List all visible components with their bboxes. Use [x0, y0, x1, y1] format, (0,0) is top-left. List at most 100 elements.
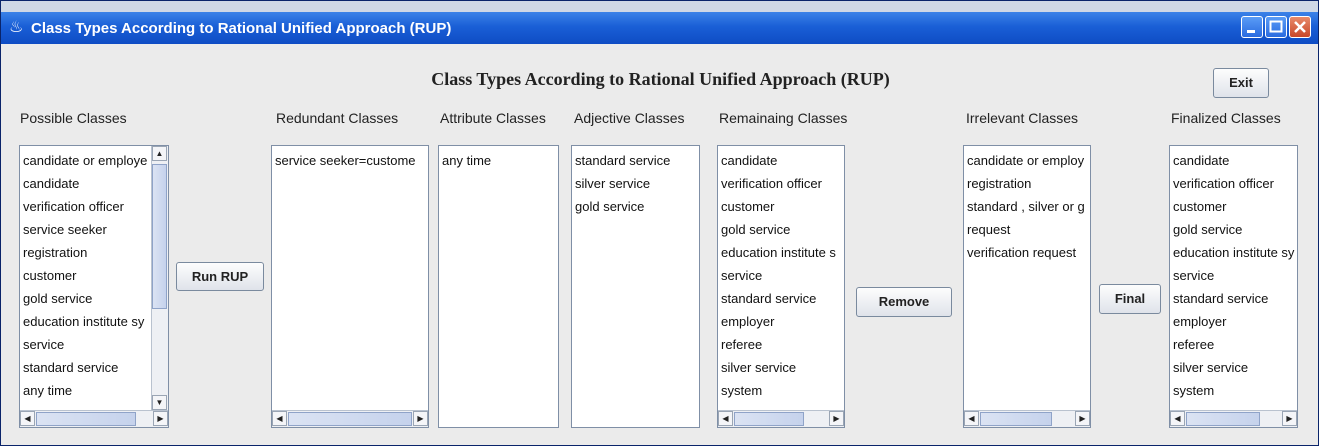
scroll-thumb[interactable] [152, 164, 167, 309]
horizontal-scrollbar[interactable]: ◀ ▶ [272, 410, 428, 427]
list-item[interactable]: candidate or employe [23, 149, 168, 172]
close-icon [1294, 21, 1306, 33]
finalized-classes-list[interactable]: candidate verification officer customer … [1169, 145, 1298, 428]
desktop-strip [1, 1, 1318, 12]
run-rup-button[interactable]: Run RUP [176, 262, 264, 291]
list-item[interactable]: customer [23, 264, 168, 287]
list-item[interactable]: silver service [1173, 356, 1297, 379]
list-item[interactable]: candidate [23, 172, 168, 195]
app-window: ♨ Class Types According to Rational Unif… [0, 0, 1319, 446]
list-item[interactable]: employer [721, 310, 844, 333]
list-item[interactable]: education institute sy [1173, 241, 1297, 264]
list-item[interactable]: verification request [967, 241, 1090, 264]
list-item[interactable]: system [1173, 379, 1297, 402]
window-title: Class Types According to Rational Unifie… [31, 20, 452, 37]
list-item[interactable]: referee [1173, 333, 1297, 356]
list-item[interactable]: system [721, 379, 844, 402]
list-item[interactable]: silver service [721, 356, 844, 379]
list-item[interactable]: silver service [575, 172, 699, 195]
scroll-left-icon[interactable]: ◀ [718, 411, 733, 426]
redundant-classes-label: Redundant Classes [276, 110, 399, 126]
adjective-classes-list[interactable]: standard service silver service gold ser… [571, 145, 700, 428]
list-item[interactable]: standard service [721, 287, 844, 310]
scroll-right-icon[interactable]: ▶ [413, 411, 428, 426]
list-item[interactable]: service [23, 333, 168, 356]
remaining-classes-list[interactable]: candidate verification officer customer … [717, 145, 845, 428]
list-item[interactable]: any time [23, 379, 168, 402]
list-item[interactable]: gold service [575, 195, 699, 218]
possible-classes-label: Possible Classes [20, 110, 127, 126]
list-item[interactable]: registration [23, 241, 168, 264]
scroll-thumb[interactable] [734, 412, 804, 426]
vertical-scrollbar[interactable]: ▲ ▼ [151, 146, 168, 410]
list-item[interactable]: gold service [23, 287, 168, 310]
redundant-items: service seeker=custome [272, 146, 428, 172]
irrelevant-classes-label: Irrelevant Classes [966, 110, 1079, 126]
list-item[interactable]: verification officer [721, 172, 844, 195]
list-item[interactable]: customer [721, 195, 844, 218]
list-item[interactable]: education institute sy [23, 310, 168, 333]
list-item[interactable]: standard service [23, 356, 168, 379]
irrelevant-classes-list[interactable]: candidate or employ registration standar… [963, 145, 1091, 428]
scroll-up-icon[interactable]: ▲ [152, 146, 167, 161]
list-item[interactable]: verification officer [23, 195, 168, 218]
list-item[interactable]: standard service [1173, 287, 1297, 310]
list-item[interactable]: employer [1173, 310, 1297, 333]
final-button[interactable]: Final [1099, 284, 1161, 314]
list-item[interactable]: candidate [721, 149, 844, 172]
scroll-right-icon[interactable]: ▶ [153, 411, 168, 426]
list-item[interactable]: registration [967, 172, 1090, 195]
scroll-thumb[interactable] [1186, 412, 1260, 426]
remaining-classes-label: Remainaing Classes [719, 110, 848, 126]
list-item[interactable]: candidate or employ [967, 149, 1090, 172]
page-heading: Class Types According to Rational Unifie… [431, 69, 890, 89]
scroll-thumb[interactable] [980, 412, 1052, 426]
possible-items: candidate or employe candidate verificat… [20, 146, 168, 402]
list-item[interactable]: customer [1173, 195, 1297, 218]
finalized-items: candidate verification officer customer … [1170, 146, 1297, 402]
list-item[interactable]: gold service [721, 218, 844, 241]
maximize-button[interactable] [1265, 16, 1287, 38]
scroll-down-icon[interactable]: ▼ [152, 395, 167, 410]
list-item[interactable]: education institute s [721, 241, 844, 264]
scroll-right-icon[interactable]: ▶ [1075, 411, 1090, 426]
close-button[interactable] [1289, 16, 1311, 38]
remove-button[interactable]: Remove [856, 287, 952, 317]
list-item[interactable]: service [1173, 264, 1297, 287]
horizontal-scrollbar[interactable]: ◀ ▶ [964, 410, 1090, 427]
scroll-right-icon[interactable]: ▶ [829, 411, 844, 426]
list-item[interactable]: verification officer [1173, 172, 1297, 195]
minimize-icon [1247, 30, 1255, 33]
remaining-items: candidate verification officer customer … [718, 146, 844, 402]
list-item[interactable]: service seeker=custome [275, 149, 428, 172]
exit-button[interactable]: Exit [1213, 68, 1269, 98]
attribute-classes-list[interactable]: any time [438, 145, 559, 428]
horizontal-scrollbar[interactable]: ◀ ▶ [20, 410, 168, 427]
list-item[interactable]: standard service [575, 149, 699, 172]
maximize-icon [1269, 20, 1283, 33]
horizontal-scrollbar[interactable]: ◀ ▶ [1170, 410, 1297, 427]
scroll-left-icon[interactable]: ◀ [272, 411, 287, 426]
adjective-items: standard service silver service gold ser… [572, 146, 699, 218]
scroll-thumb[interactable] [288, 412, 412, 426]
list-item[interactable]: standard , silver or g [967, 195, 1090, 218]
attribute-items: any time [439, 146, 558, 172]
scroll-left-icon[interactable]: ◀ [20, 411, 35, 426]
list-item[interactable]: gold service [1173, 218, 1297, 241]
finalized-classes-label: Finalized Classes [1171, 110, 1281, 126]
scroll-thumb[interactable] [36, 412, 136, 426]
scroll-left-icon[interactable]: ◀ [964, 411, 979, 426]
scroll-right-icon[interactable]: ▶ [1282, 411, 1297, 426]
list-item[interactable]: service seeker [23, 218, 168, 241]
list-item[interactable]: request [967, 218, 1090, 241]
adjective-classes-label: Adjective Classes [574, 110, 685, 126]
list-item[interactable]: any time [442, 149, 558, 172]
scroll-left-icon[interactable]: ◀ [1170, 411, 1185, 426]
list-item[interactable]: referee [721, 333, 844, 356]
possible-classes-list[interactable]: candidate or employe candidate verificat… [19, 145, 169, 428]
minimize-button[interactable] [1241, 16, 1263, 38]
horizontal-scrollbar[interactable]: ◀ ▶ [718, 410, 844, 427]
redundant-classes-list[interactable]: service seeker=custome ◀ ▶ [271, 145, 429, 428]
list-item[interactable]: service [721, 264, 844, 287]
list-item[interactable]: candidate [1173, 149, 1297, 172]
